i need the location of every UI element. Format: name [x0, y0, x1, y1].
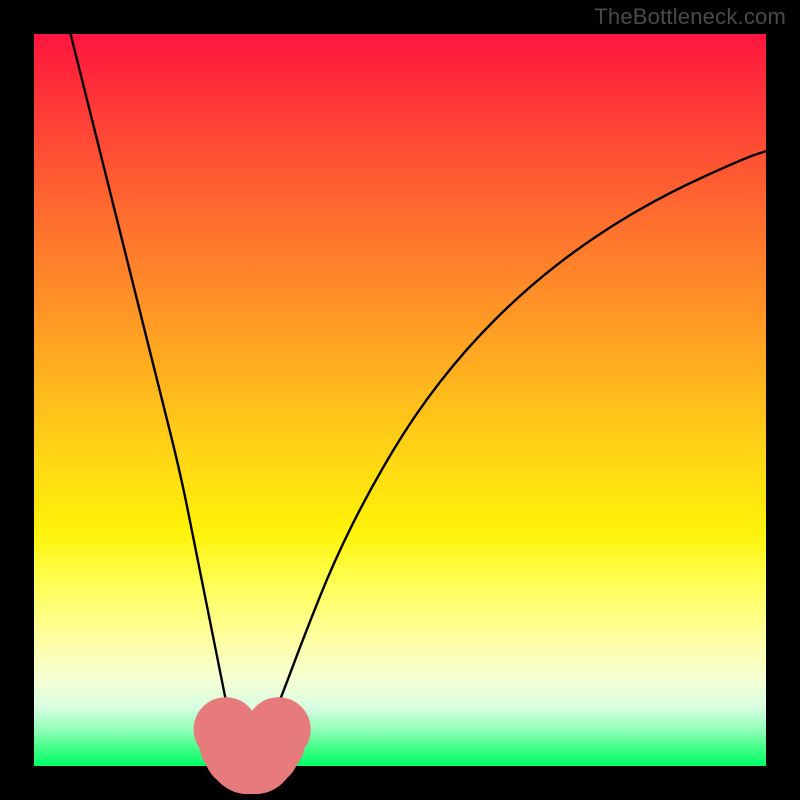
plot-area	[34, 34, 766, 766]
chart-frame: TheBottleneck.com	[0, 0, 800, 800]
watermark-text: TheBottleneck.com	[594, 4, 786, 30]
trough-marker	[246, 697, 310, 761]
trough-marker-group	[194, 697, 311, 794]
curve-svg	[34, 34, 766, 766]
bottleneck-curve	[71, 34, 766, 755]
